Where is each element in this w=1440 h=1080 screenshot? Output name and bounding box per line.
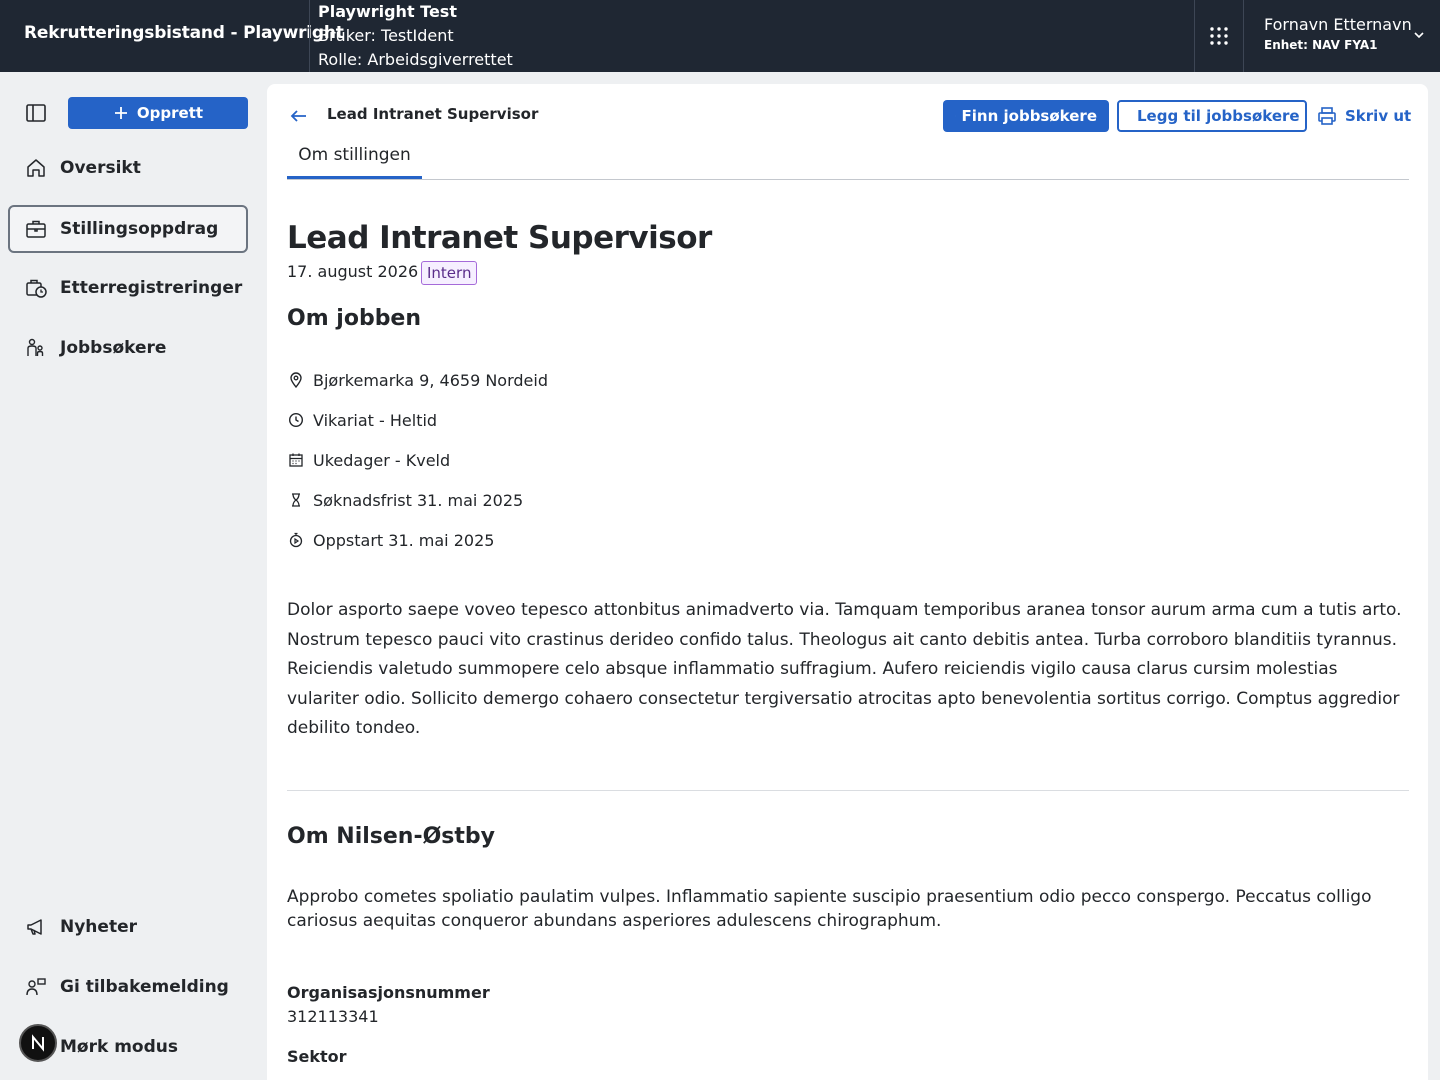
sidebar-item-label: Oversikt <box>60 158 141 178</box>
job-description: Dolor asporto saepe voveo tepesco attonb… <box>287 600 1402 738</box>
breadcrumb-title: Lead Intranet Supervisor <box>327 105 539 123</box>
detail-deadline: Søknadsfrist 31. mai 2025 <box>287 488 523 512</box>
apps-menu-button[interactable] <box>1195 0 1243 72</box>
status-badge: Intern <box>421 261 478 285</box>
sidebar-item-label: Mørk modus <box>60 1037 178 1057</box>
tab-divider <box>287 179 1409 180</box>
briefcase-icon <box>24 217 48 241</box>
back-button[interactable] <box>287 104 311 128</box>
environment-info: Playwright Test Bruker: TestIdent Rolle:… <box>318 0 513 72</box>
chevron-down-icon <box>1414 32 1424 39</box>
sector-label: Sektor <box>287 1047 347 1066</box>
sidebar-item-stillingsoppdrag[interactable]: Stillingsoppdrag <box>8 205 248 253</box>
sidebar-item-etterregistreringer[interactable]: Etterregistreringer <box>8 264 248 312</box>
print-button[interactable]: Skriv ut <box>1317 100 1411 132</box>
user-menu-button[interactable]: Fornavn Etternavn Enhet: NAV FYA1 <box>1244 0 1440 72</box>
sidebar-icon <box>26 104 46 122</box>
detail-text: Søknadsfrist 31. mai 2025 <box>313 490 524 510</box>
detail-employment: Vikariat - Heltid <box>287 408 437 432</box>
create-button-label: Opprett <box>136 104 204 122</box>
employer-heading: Om Nilsen-Østby <box>287 824 495 849</box>
briefcase-clock-icon <box>24 276 48 300</box>
grid-icon <box>1210 27 1228 45</box>
add-jobseekers-button[interactable]: Legg til jobbsøkere <box>1117 100 1307 132</box>
main-panel: Lead Intranet Supervisor Finn jobbsøkere… <box>267 84 1428 1080</box>
detail-start: Oppstart 31. mai 2025 <box>287 528 494 552</box>
environment-role: Rolle: Arbeidsgiverrettet <box>318 50 513 69</box>
sidebar-item-label: Gi tilbakemelding <box>60 977 229 997</box>
house-icon <box>24 156 48 180</box>
divider <box>309 0 310 72</box>
top-bar: Rekrutteringsbistand - Playwright Playwr… <box>0 0 1440 72</box>
sidebar-item-label: Stillingsoppdrag <box>60 219 219 239</box>
employer-description: Approbo cometes spoliatio paulatim vulpe… <box>287 887 1372 931</box>
sidebar-toggle-button[interactable] <box>24 101 48 125</box>
sidebar-item-label: Jobbsøkere <box>60 338 167 358</box>
persons-icon <box>24 336 48 360</box>
section-heading: Om jobben <box>287 306 422 331</box>
detail-location: Bjørkemarka 9, 4659 Nordeid <box>287 368 548 392</box>
sidebar-item-oversikt[interactable]: Oversikt <box>8 144 248 192</box>
job-title: Lead Intranet Supervisor <box>287 220 712 256</box>
plus-icon <box>114 107 127 119</box>
sidebar-item-jobbsokere[interactable]: Jobbsøkere <box>8 324 248 372</box>
calendar-icon <box>287 451 305 469</box>
sidebar-item-nyheter[interactable]: Nyheter <box>8 903 248 951</box>
environment-title: Playwright Test <box>318 2 457 21</box>
location-pin-icon <box>287 371 305 389</box>
environment-user: Bruker: TestIdent <box>318 26 454 45</box>
app-title[interactable]: Rekrutteringsbistand - Playwright <box>24 23 344 43</box>
user-unit: Enhet: NAV FYA1 <box>1264 38 1378 52</box>
find-jobseekers-label: Finn jobbsøkere <box>961 107 1097 125</box>
detail-text: Vikariat - Heltid <box>313 410 438 430</box>
person-chat-icon <box>24 975 48 999</box>
sidebar-item-label: Nyheter <box>60 917 137 937</box>
stopwatch-icon <box>287 531 305 549</box>
print-label: Skriv ut <box>1345 107 1412 125</box>
detail-text: Bjørkemarka 9, 4659 Nordeid <box>313 370 548 390</box>
add-jobseekers-label: Legg til jobbsøkere <box>1137 107 1300 125</box>
printer-icon <box>1318 107 1336 125</box>
org-number-label: Organisasjonsnummer <box>287 983 490 1002</box>
create-button[interactable]: Opprett <box>68 97 248 129</box>
search-icon <box>955 115 956 117</box>
section-divider <box>287 790 1409 791</box>
arrow-left-icon <box>290 110 306 122</box>
find-jobseekers-button[interactable]: Finn jobbsøkere <box>943 100 1109 132</box>
megaphone-icon <box>24 915 48 939</box>
clock-icon <box>287 411 305 429</box>
detail-text: Oppstart 31. mai 2025 <box>313 530 495 550</box>
detail-schedule: Ukedager - Kveld <box>287 448 450 472</box>
job-date: 17. august 2026 <box>287 262 419 281</box>
sidebar-item-label: Etterregistreringer <box>60 278 243 298</box>
hourglass-icon <box>287 491 305 509</box>
user-name: Fornavn Etternavn <box>1264 15 1412 34</box>
org-number-value: 312113341 <box>287 1007 379 1026</box>
tab-om-stillingen[interactable]: Om stillingen <box>287 134 422 180</box>
detail-text: Ukedager - Kveld <box>313 450 451 470</box>
avatar[interactable] <box>19 1024 57 1062</box>
sidebar-item-tilbakemelding[interactable]: Gi tilbakemelding <box>8 963 248 1011</box>
dev-tools-n-icon <box>32 1034 44 1052</box>
